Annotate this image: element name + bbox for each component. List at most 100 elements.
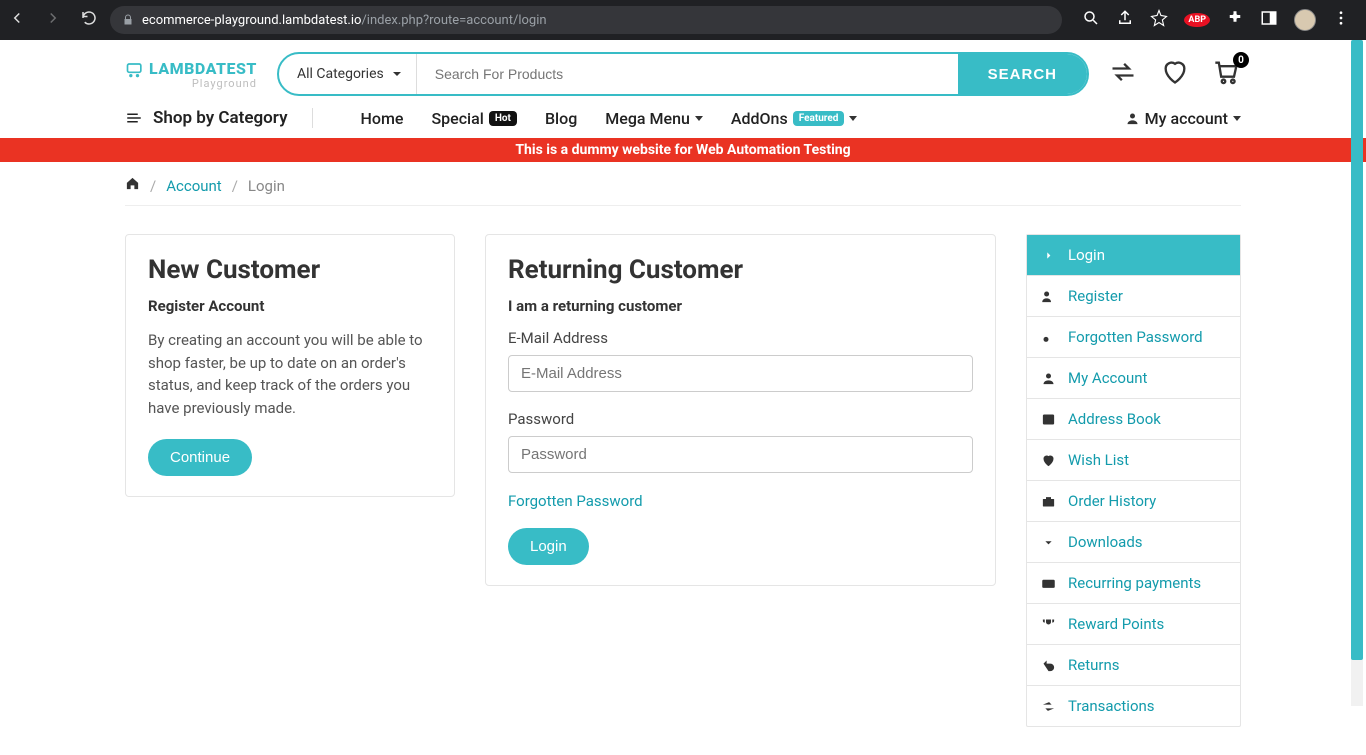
returning-title: Returning Customer bbox=[508, 255, 973, 285]
login-icon bbox=[1041, 248, 1056, 263]
url-domain: ecommerce-playground.lambdatest.io bbox=[142, 13, 361, 28]
sidebar-item-order-history[interactable]: Order History bbox=[1027, 481, 1240, 522]
sidebar-item-label: Login bbox=[1068, 246, 1105, 264]
sidebar-item-address-book[interactable]: Address Book bbox=[1027, 399, 1240, 440]
sidebar-item-transactions[interactable]: Transactions bbox=[1027, 686, 1240, 726]
sidebar-item-label: Transactions bbox=[1068, 697, 1155, 715]
new-customer-title: New Customer bbox=[148, 255, 432, 285]
site-header: LAMBDATEST Playground All Categories SEA… bbox=[113, 40, 1253, 104]
card-icon bbox=[1041, 576, 1056, 591]
compare-icon[interactable] bbox=[1109, 58, 1137, 90]
panel-icon[interactable] bbox=[1260, 9, 1278, 31]
sidebar-item-label: Address Book bbox=[1068, 410, 1161, 428]
returning-customer-card: Returning Customer I am a returning cust… bbox=[485, 234, 996, 586]
sidebar-item-wish-list[interactable]: Wish List bbox=[1027, 440, 1240, 481]
chevron-down-icon bbox=[849, 116, 857, 121]
email-input[interactable] bbox=[508, 355, 973, 392]
nav-home[interactable]: Home bbox=[361, 109, 404, 128]
cart-icon[interactable]: 0 bbox=[1213, 58, 1241, 90]
search-input[interactable] bbox=[417, 54, 958, 94]
reload-icon[interactable] bbox=[80, 9, 98, 31]
lock-icon bbox=[122, 14, 134, 26]
sidebar-item-label: Register bbox=[1068, 287, 1123, 305]
sidebar-item-label: Recurring payments bbox=[1068, 574, 1201, 592]
breadcrumb-account[interactable]: Account bbox=[166, 177, 222, 195]
sidebar-item-label: Downloads bbox=[1068, 533, 1143, 551]
extensions-icon[interactable] bbox=[1226, 9, 1244, 31]
cart-count-badge: 0 bbox=[1233, 52, 1249, 68]
sidebar-item-label: Wish List bbox=[1068, 451, 1129, 469]
user-icon bbox=[1125, 111, 1140, 126]
logo-icon bbox=[125, 59, 145, 79]
trophy-icon bbox=[1041, 617, 1056, 632]
login-button[interactable]: Login bbox=[508, 528, 589, 565]
breadcrumb: / Account / Login bbox=[125, 162, 1241, 206]
sidebar-item-forgotten-password[interactable]: Forgotten Password bbox=[1027, 317, 1240, 358]
hamburger-icon bbox=[125, 109, 143, 127]
search-category-select[interactable]: All Categories bbox=[279, 54, 417, 94]
star-icon[interactable] bbox=[1150, 9, 1168, 31]
url-path: /index.php?route=account/login bbox=[361, 13, 546, 28]
user-icon bbox=[1041, 371, 1056, 386]
browser-chrome: ecommerce-playground.lambdatest.io/index… bbox=[0, 0, 1366, 40]
menu-icon[interactable] bbox=[1332, 9, 1350, 31]
home-icon bbox=[125, 176, 140, 191]
returning-subtitle: I am a returning customer bbox=[508, 297, 973, 315]
scrollbar[interactable] bbox=[1351, 40, 1363, 706]
notice-banner: This is a dummy website for Web Automati… bbox=[0, 138, 1366, 162]
email-label: E-Mail Address bbox=[508, 329, 973, 347]
nav-special[interactable]: Special Hot bbox=[431, 109, 516, 128]
breadcrumb-current: Login bbox=[248, 177, 285, 195]
chevron-down-icon bbox=[392, 69, 402, 79]
undo-icon bbox=[1041, 658, 1056, 673]
forward-icon[interactable] bbox=[44, 9, 62, 31]
nav-addons[interactable]: AddOns Featured bbox=[731, 109, 858, 128]
browser-actions: ABP bbox=[1074, 9, 1358, 31]
sidebar-item-label: Returns bbox=[1068, 656, 1119, 674]
nav-mega-menu[interactable]: Mega Menu bbox=[605, 109, 703, 128]
forgot-password-link[interactable]: Forgotten Password bbox=[508, 492, 643, 510]
search-bar: All Categories SEARCH bbox=[277, 52, 1089, 96]
sidebar-item-reward-points[interactable]: Reward Points bbox=[1027, 604, 1240, 645]
sidebar-item-label: Reward Points bbox=[1068, 615, 1164, 633]
search-button[interactable]: SEARCH bbox=[958, 54, 1087, 94]
sidebar-item-label: My Account bbox=[1068, 369, 1147, 387]
abp-badge[interactable]: ABP bbox=[1184, 13, 1210, 27]
new-customer-card: New Customer Register Account By creatin… bbox=[125, 234, 455, 497]
user-plus-icon bbox=[1041, 289, 1056, 304]
zoom-icon[interactable] bbox=[1082, 9, 1100, 31]
new-customer-desc: By creating an account you will be able … bbox=[148, 329, 432, 419]
sidebar-item-downloads[interactable]: Downloads bbox=[1027, 522, 1240, 563]
nav-my-account[interactable]: My account bbox=[1125, 109, 1241, 128]
key-icon bbox=[1041, 330, 1056, 345]
sidebar-item-recurring-payments[interactable]: Recurring payments bbox=[1027, 563, 1240, 604]
browser-nav-buttons bbox=[8, 9, 98, 31]
continue-button[interactable]: Continue bbox=[148, 439, 252, 476]
chevron-down-icon bbox=[1233, 116, 1241, 121]
address-bar[interactable]: ecommerce-playground.lambdatest.io/index… bbox=[110, 6, 1062, 34]
profile-avatar[interactable] bbox=[1294, 9, 1316, 31]
download-icon bbox=[1041, 535, 1056, 550]
breadcrumb-home[interactable] bbox=[125, 176, 140, 195]
nav-blog[interactable]: Blog bbox=[545, 109, 577, 128]
account-sidebar: Login Register Forgotten Password My Accoun… bbox=[1026, 234, 1241, 727]
main-nav: Shop by Category Home Special Hot Blog M… bbox=[113, 104, 1253, 138]
chevron-down-icon bbox=[695, 116, 703, 121]
wishlist-icon[interactable] bbox=[1161, 58, 1189, 90]
back-icon[interactable] bbox=[8, 9, 26, 31]
address-icon bbox=[1041, 412, 1056, 427]
share-icon[interactable] bbox=[1116, 9, 1134, 31]
password-label: Password bbox=[508, 410, 973, 428]
sidebar-item-returns[interactable]: Returns bbox=[1027, 645, 1240, 686]
briefcase-icon bbox=[1041, 494, 1056, 509]
new-customer-subtitle: Register Account bbox=[148, 297, 432, 315]
sidebar-item-my-account[interactable]: My Account bbox=[1027, 358, 1240, 399]
sidebar-item-label: Forgotten Password bbox=[1068, 328, 1203, 346]
shop-by-category[interactable]: Shop by Category bbox=[125, 108, 313, 128]
sidebar-item-label: Order History bbox=[1068, 492, 1156, 510]
sidebar-item-login[interactable]: Login bbox=[1027, 235, 1240, 276]
sidebar-item-register[interactable]: Register bbox=[1027, 276, 1240, 317]
password-input[interactable] bbox=[508, 436, 973, 473]
logo[interactable]: LAMBDATEST Playground bbox=[125, 59, 257, 90]
heart-icon bbox=[1041, 453, 1056, 468]
